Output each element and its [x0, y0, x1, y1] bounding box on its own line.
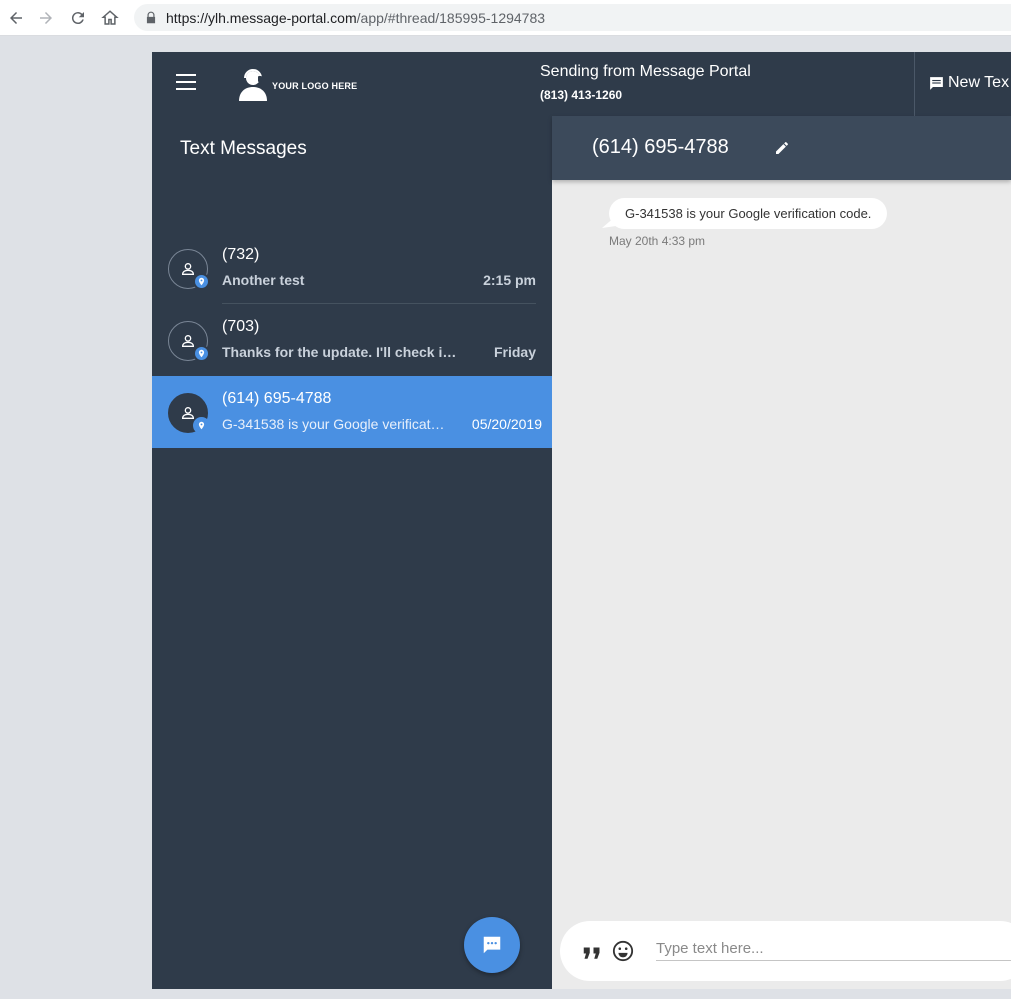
menu-icon-line	[176, 74, 196, 76]
sender-info: Sending from Message Portal (813) 413-12…	[540, 63, 751, 102]
incoming-message-bubble: G-341538 is your Google verification cod…	[609, 198, 888, 229]
new-text-label: New Tex	[948, 74, 1010, 91]
location-badge	[193, 417, 210, 434]
message-text-input[interactable]	[656, 937, 1011, 961]
home-icon	[101, 10, 119, 25]
conversation-header: (614) 695-4788	[552, 116, 1011, 180]
browser-toolbar: https://ylh.message-portal.com/app/#thre…	[0, 0, 1011, 36]
app-header: YOUR LOGO HERE Sending from Message Port…	[152, 52, 1011, 116]
location-pin-icon	[198, 349, 205, 358]
thread-name: (703)	[222, 318, 260, 335]
message-timestamp: May 20th 4:33 pm	[609, 234, 706, 248]
sidebar-title: Text Messages	[180, 138, 307, 159]
reload-button[interactable]	[62, 2, 94, 34]
forward-button[interactable]	[30, 2, 62, 34]
arrow-left-icon	[10, 12, 22, 24]
thread-preview: G-341538 is your Google verificat…	[222, 416, 445, 432]
thread-list-panel: Text Messages (732) Another test 2:15 pm…	[152, 116, 552, 989]
url-text: https://ylh.message-portal.com/app/#thre…	[166, 9, 546, 26]
person-icon	[181, 335, 195, 347]
location-badge	[193, 345, 210, 362]
location-pin-icon	[198, 421, 205, 430]
reload-icon	[71, 12, 84, 25]
new-text-button[interactable]: New Tex	[928, 74, 1009, 92]
headset-person-logo-icon	[239, 69, 267, 101]
sender-title: Sending from Message Portal	[540, 63, 751, 80]
arrow-right-icon	[40, 12, 52, 24]
menu-icon-line	[176, 88, 196, 90]
home-button[interactable]	[94, 2, 126, 34]
logo-text: YOUR LOGO HERE	[272, 81, 358, 91]
chat-bubble-icon	[483, 936, 501, 954]
thread-name: (614) 695-4788	[222, 390, 332, 407]
message-composer	[560, 921, 1011, 981]
pencil-edit-icon[interactable]	[774, 140, 790, 156]
message-icon	[930, 76, 943, 90]
back-button[interactable]	[0, 2, 32, 34]
location-pin-icon	[198, 277, 205, 286]
conversation-panel: (614) 695-4788 G-341538 is your Google v…	[552, 116, 1011, 989]
quote-icon[interactable]	[583, 944, 601, 960]
thread-time: 05/20/2019	[471, 416, 542, 432]
address-bar[interactable]: https://ylh.message-portal.com/app/#thre…	[134, 4, 1011, 31]
menu-button[interactable]	[176, 74, 198, 94]
lock-icon	[146, 11, 156, 23]
header-divider	[914, 52, 915, 116]
emoji-icon[interactable]	[612, 940, 634, 962]
app-logo: YOUR LOGO HERE	[236, 66, 357, 102]
menu-icon-line	[176, 81, 196, 83]
thread-item[interactable]: (703) Thanks for the update. I'll check …	[152, 304, 552, 376]
person-icon	[181, 407, 195, 419]
thread-preview: Thanks for the update. I'll check i…	[222, 344, 457, 360]
compose-fab-button[interactable]	[464, 917, 520, 973]
thread-item[interactable]: (732) Another test 2:15 pm	[152, 232, 552, 304]
message-portal-app: YOUR LOGO HERE Sending from Message Port…	[152, 52, 1011, 989]
conversation-title: (614) 695-4788	[592, 136, 729, 158]
thread-preview: Another test	[222, 272, 305, 288]
sender-number: (813) 413-1260	[540, 88, 623, 102]
thread-name: (732)	[222, 246, 260, 263]
thread-time: Friday	[493, 344, 536, 360]
thread-time: 2:15 pm	[483, 272, 536, 288]
location-badge	[193, 273, 210, 290]
person-icon	[181, 263, 195, 275]
thread-item-active[interactable]: (614) 695-4788 G-341538 is your Google v…	[152, 376, 552, 448]
